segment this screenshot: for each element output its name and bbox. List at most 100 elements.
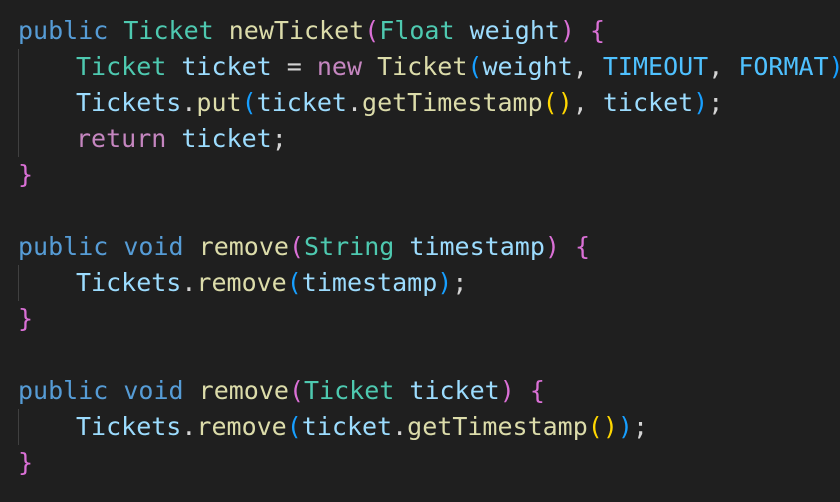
code-token: remove: [196, 268, 287, 297]
code-token: ,: [572, 88, 603, 117]
code-token: (: [467, 52, 483, 81]
code-token: weight: [469, 16, 560, 45]
code-token: ): [559, 16, 575, 45]
code-token: (: [288, 376, 305, 405]
code-editor[interactable]: public Ticket newTicket(Float weight) {T…: [0, 0, 840, 502]
code-token: new: [316, 52, 362, 81]
code-line[interactable]: return ticket;: [18, 121, 840, 157]
code-line[interactable]: Tickets.remove(ticket.getTimestamp());: [18, 409, 840, 445]
code-line[interactable]: public Ticket newTicket(Float weight) {: [18, 13, 840, 49]
indent-guide: [18, 265, 76, 301]
code-token: ): [617, 412, 633, 441]
code-token: ): [829, 52, 840, 81]
code-line[interactable]: public void remove(Ticket ticket) {: [18, 373, 840, 409]
code-line[interactable]: }: [18, 445, 840, 481]
code-token: public: [18, 232, 109, 261]
indent-guide: [18, 49, 76, 85]
code-token: String: [304, 232, 395, 261]
code-line[interactable]: [18, 193, 840, 229]
code-token: {: [575, 232, 591, 261]
code-token: public: [18, 376, 109, 405]
indent-guide-line: [18, 409, 19, 445]
code-line[interactable]: Ticket ticket = new Ticket(weight, TIMEO…: [18, 49, 840, 85]
code-token: remove: [198, 376, 289, 405]
code-token: ,: [708, 52, 739, 81]
code-token: void: [123, 376, 184, 405]
code-token: Ticket: [76, 52, 167, 81]
code-token: newTicket: [228, 16, 365, 45]
code-token: (: [286, 268, 302, 297]
code-token: getTimestamp: [362, 88, 543, 117]
code-token: ticket: [301, 412, 393, 441]
code-token: .: [181, 268, 197, 297]
indent-guide-line: [18, 121, 19, 157]
code-token: ;: [708, 88, 724, 117]
code-token: void: [123, 232, 184, 261]
code-token: ;: [271, 124, 287, 153]
code-token: Ticket: [304, 376, 395, 405]
code-line[interactable]: public void remove(String timestamp) {: [18, 229, 840, 265]
code-line[interactable]: Tickets.remove(timestamp);: [18, 265, 840, 301]
code-token: remove: [196, 412, 287, 441]
code-token: (: [364, 16, 380, 45]
code-token: ;: [452, 268, 468, 297]
code-token: ticket: [181, 52, 272, 81]
code-token: ticket: [181, 124, 272, 153]
code-token: timestamp: [409, 232, 545, 261]
code-token: .: [346, 88, 363, 117]
code-token: ): [499, 376, 515, 405]
code-token: ;: [632, 412, 649, 441]
code-token: put: [196, 88, 242, 117]
code-token: getTimestamp: [407, 412, 588, 441]
indent-guide-line: [18, 49, 19, 85]
code-token: TIMEOUT: [602, 52, 709, 81]
code-token: (: [241, 88, 257, 117]
code-token: Tickets: [76, 88, 182, 117]
indent-guide-line: [18, 265, 19, 301]
code-line[interactable]: Tickets.put(ticket.getTimestamp(), ticke…: [18, 85, 840, 121]
code-token: (: [286, 412, 302, 441]
code-token: {: [529, 376, 545, 405]
indent-guide: [18, 121, 76, 157]
code-token: }: [18, 304, 34, 333]
code-token: (): [542, 88, 573, 117]
code-token: timestamp: [301, 268, 438, 297]
code-token: remove: [198, 232, 289, 261]
code-token: =: [271, 52, 317, 81]
code-token: ): [693, 88, 709, 117]
indent-guide-line: [18, 85, 19, 121]
code-token: .: [392, 412, 408, 441]
code-token: Ticket: [377, 52, 468, 81]
code-token: .: [181, 412, 197, 441]
code-token: (): [587, 412, 618, 441]
code-token: Tickets: [76, 268, 182, 297]
code-token: }: [18, 160, 34, 189]
code-token: FORMAT: [738, 52, 829, 81]
code-token: ,: [572, 52, 603, 81]
code-token: }: [18, 448, 34, 477]
code-line[interactable]: [18, 337, 840, 373]
code-token: public: [18, 16, 109, 45]
indent-guide: [18, 409, 76, 445]
code-token: ): [544, 232, 560, 261]
code-line[interactable]: }: [18, 301, 840, 337]
code-token: Ticket: [123, 16, 214, 45]
code-token: ): [437, 268, 453, 297]
code-token: Float: [379, 16, 455, 45]
code-token: {: [590, 16, 606, 45]
indent-guide: [18, 85, 76, 121]
code-line[interactable]: }: [18, 157, 840, 193]
code-token: Tickets: [76, 412, 182, 441]
code-token: weight: [482, 52, 573, 81]
